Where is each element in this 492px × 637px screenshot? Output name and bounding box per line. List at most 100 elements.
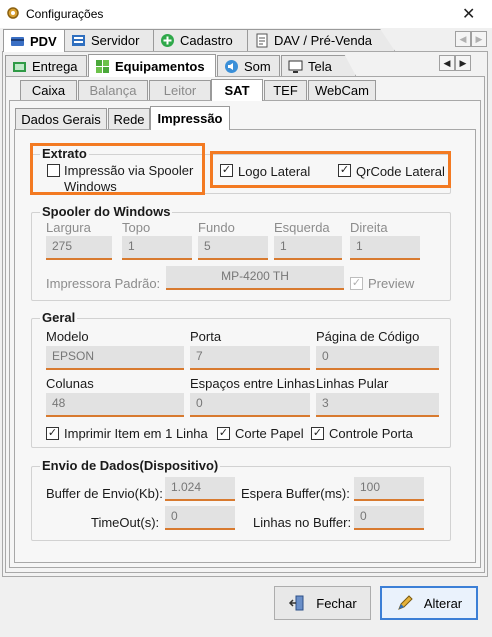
largura-input[interactable]: 275 [46, 236, 112, 260]
tab-caixa[interactable]: Caixa [20, 80, 77, 100]
fundo-input[interactable]: 5 [198, 236, 268, 260]
imprimir-item-label: Imprimir Item em 1 Linha [64, 426, 208, 441]
tab-label: WebCam [315, 83, 369, 98]
porta-input[interactable]: 7 [190, 346, 310, 370]
impressora-padrao-select[interactable]: MP-4200 TH [166, 266, 344, 290]
logo-lateral-label: Logo Lateral [238, 164, 311, 179]
espacos-linhas-label: Espaços entre Linhas [190, 376, 316, 391]
settings-app-icon [7, 7, 19, 19]
controle-porta-checkbox[interactable]: ✓ [311, 427, 324, 440]
fundo-label: Fundo [198, 220, 235, 235]
spooler-label-line2: Windows [64, 179, 117, 194]
buffer-envio-input[interactable]: 1.024 [165, 477, 235, 501]
corte-papel-checkbox[interactable]: ✓ [217, 427, 230, 440]
esquerda-input[interactable]: 1 [274, 236, 342, 260]
speaker-icon [225, 59, 238, 73]
tab-scroll-left-button[interactable]: ◀ [455, 31, 471, 47]
exit-door-icon [289, 595, 304, 611]
spooler-title: Spooler do Windows [40, 204, 173, 219]
tab-webcam[interactable]: WebCam [308, 80, 376, 100]
equipamentos-icon [96, 59, 109, 73]
entrega-icon [13, 61, 26, 72]
controle-porta-label: Controle Porta [329, 426, 413, 441]
tab-label: Balança [89, 83, 137, 98]
plus-icon [161, 34, 174, 47]
porta-label: Porta [190, 329, 222, 344]
modelo-label: Modelo [46, 329, 89, 344]
espera-buffer-label: Espera Buffer(ms): [241, 486, 350, 501]
modelo-select[interactable]: EPSON [46, 346, 184, 370]
direita-input[interactable]: 1 [350, 236, 420, 260]
tab-tef[interactable]: TEF [264, 80, 307, 100]
tab-label: DAV / Pré-Venda [274, 33, 373, 48]
tab-label: Dados Gerais [21, 111, 101, 127]
tab-balanca[interactable]: Balança [78, 80, 148, 100]
tab-label: Servidor [91, 33, 140, 48]
tab-label: Caixa [31, 83, 66, 98]
tab-servidor[interactable]: Servidor [64, 29, 154, 51]
qrcode-lateral-checkbox[interactable]: ✓ [338, 164, 351, 177]
imprimir-item-checkbox[interactable]: ✓ [46, 427, 59, 440]
tab-dados-gerais[interactable]: Dados Gerais [15, 108, 107, 129]
tab-pdv[interactable]: PDV [3, 29, 65, 52]
servidor-icon [72, 35, 85, 46]
tab-label: Leitor [163, 83, 197, 98]
tab-scroll-right-button[interactable]: ▶ [471, 31, 487, 47]
espera-buffer-input[interactable]: 100 [354, 477, 424, 501]
impressora-padrao-label: Impressora Padrão: [46, 276, 161, 291]
colunas-input[interactable]: 48 [46, 393, 184, 417]
fechar-button[interactable]: Fechar [274, 586, 371, 620]
preview-label: Preview [368, 276, 415, 291]
alterar-label: Alterar [423, 595, 463, 611]
geral-title: Geral [40, 310, 78, 325]
tab-label: Tela [308, 58, 332, 74]
tab-dav-pre-venda[interactable]: DAV / Pré-Venda [247, 29, 395, 51]
tab-label: TEF [273, 83, 298, 98]
tab-rede[interactable]: Rede [108, 108, 150, 129]
linhas-buffer-label: Linhas no Buffer: [253, 515, 352, 530]
spooler-checkbox[interactable] [47, 164, 60, 177]
esquerda-label: Esquerda [274, 220, 330, 235]
tab-label: Entrega [32, 58, 78, 74]
topo-input[interactable]: 1 [122, 236, 192, 260]
tab-label: Impressão [157, 111, 223, 126]
alterar-button[interactable]: Alterar [380, 586, 478, 620]
pagina-codigo-input[interactable]: 0 [316, 346, 439, 370]
card-icon [11, 36, 24, 46]
direita-label: Direita [350, 220, 388, 235]
tab-sat[interactable]: SAT [211, 79, 263, 101]
tab-som[interactable]: Som [217, 55, 280, 76]
tab-tela[interactable]: Tela [281, 55, 356, 76]
tab-entrega[interactable]: Entrega [5, 55, 87, 76]
tab-equipamentos[interactable]: Equipamentos [88, 54, 216, 77]
tab-leitor[interactable]: Leitor [149, 80, 211, 100]
fechar-label: Fechar [316, 595, 357, 611]
extrato-title: Extrato [40, 146, 89, 161]
tab-cadastro[interactable]: Cadastro [153, 29, 248, 51]
linhas-buffer-input[interactable]: 0 [354, 506, 424, 530]
tab-label: Rede [113, 111, 145, 127]
tab-label: Som [244, 58, 271, 74]
tab-label: Cadastro [180, 33, 233, 48]
timeout-label: TimeOut(s): [91, 515, 160, 530]
envio-title: Envio de Dados(Dispositivo) [40, 458, 221, 473]
colunas-label: Colunas [46, 376, 94, 391]
espacos-linhas-input[interactable]: 0 [190, 393, 310, 417]
subtab-scroll-left-button[interactable]: ◀ [439, 55, 455, 71]
spooler-label-line1: Impressão via Spooler [64, 163, 194, 178]
tab-label: PDV [30, 33, 57, 49]
tab-label: Equipamentos [115, 58, 205, 74]
close-icon[interactable]: ✕ [462, 4, 475, 24]
pagina-codigo-label: Página de Código [316, 329, 420, 344]
timeout-input[interactable]: 0 [165, 506, 235, 530]
title-bar: Configurações ✕ [0, 0, 492, 28]
qrcode-lateral-label: QrCode Lateral [356, 164, 445, 179]
subtab-scroll-right-button[interactable]: ▶ [455, 55, 471, 71]
screen-icon [288, 60, 303, 73]
tab-label: SAT [224, 83, 250, 98]
tab-impressao[interactable]: Impressão [150, 106, 230, 130]
preview-checkbox[interactable]: ✓ [350, 277, 363, 290]
linhas-pular-input[interactable]: 3 [316, 393, 439, 417]
document-icon [256, 33, 268, 48]
logo-lateral-checkbox[interactable]: ✓ [220, 164, 233, 177]
